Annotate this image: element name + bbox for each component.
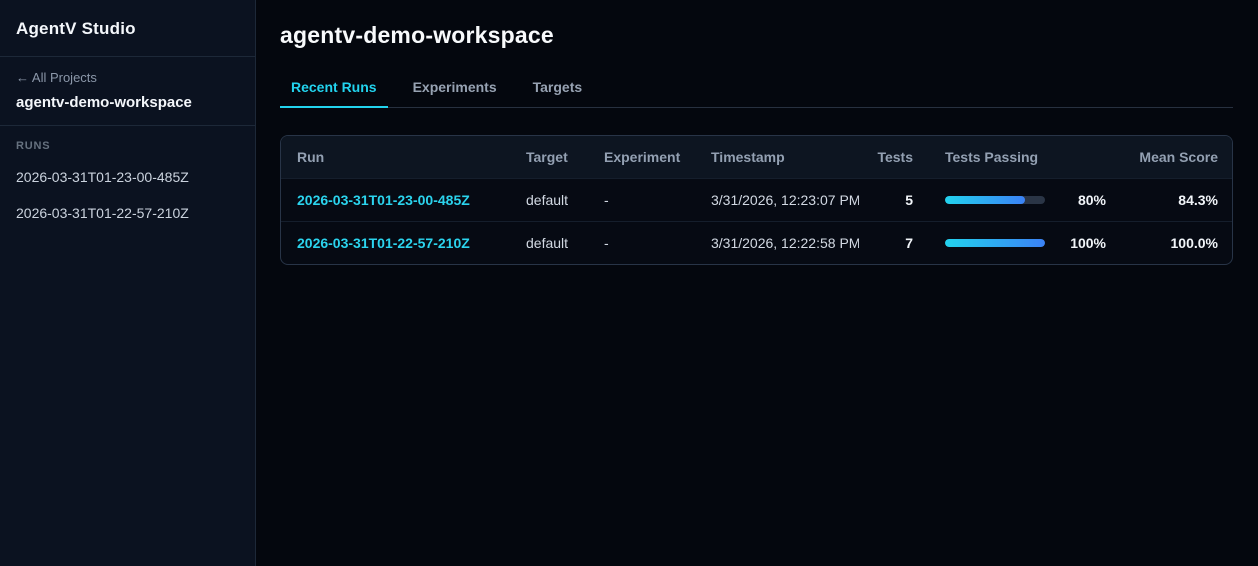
experiment-cell: - — [588, 221, 695, 264]
timestamp-cell: 3/31/2026, 12:23:07 PM — [695, 178, 859, 222]
run-cell: 2026-03-31T01-23-00-485Z — [281, 178, 510, 222]
back-all-projects-link[interactable]: ← All Projects — [16, 70, 239, 85]
column-header-target: Target — [510, 136, 588, 179]
tab-recent-runs[interactable]: Recent Runs — [280, 75, 388, 108]
runs-section: RUNS 2026-03-31T01-23-00-485Z 2026-03-31… — [0, 126, 255, 255]
runs-section-label: RUNS — [16, 140, 51, 152]
column-header-tests: Tests — [859, 136, 929, 179]
app-title: AgentV Studio — [0, 0, 255, 57]
column-header-tests-passing: Tests Passing — [929, 136, 1122, 179]
table-header-row: Run Target Experiment Timestamp Tests Te… — [281, 136, 1232, 179]
run-link[interactable]: 2026-03-31T01-23-00-485Z — [297, 192, 470, 208]
tests-passing-percent: 80% — [1077, 192, 1106, 208]
table-row: 2026-03-31T01-22-57-210Z default - 3/31/… — [281, 221, 1232, 264]
tests-passing-progress-bar — [945, 239, 1045, 247]
project-nav: ← All Projects agentv-demo-workspace — [0, 57, 255, 126]
main-content: agentv-demo-workspace Recent Runs Experi… — [256, 0, 1258, 566]
tab-experiments[interactable]: Experiments — [402, 75, 508, 108]
tests-passing-percent: 100% — [1070, 235, 1106, 251]
table-row: 2026-03-31T01-23-00-485Z default - 3/31/… — [281, 178, 1232, 222]
column-header-experiment: Experiment — [588, 136, 695, 179]
tests-count-cell: 5 — [859, 178, 929, 222]
sidebar-run-item[interactable]: 2026-03-31T01-23-00-485Z — [16, 169, 239, 185]
column-header-timestamp: Timestamp — [695, 136, 859, 179]
run-cell: 2026-03-31T01-22-57-210Z — [281, 221, 510, 264]
timestamp-cell: 3/31/2026, 12:22:58 PM — [695, 221, 859, 264]
column-header-run: Run — [281, 136, 510, 179]
column-header-mean-score: Mean Score — [1122, 136, 1232, 179]
mean-score-cell: 100.0% — [1122, 221, 1232, 264]
sidebar-run-item[interactable]: 2026-03-31T01-22-57-210Z — [16, 205, 239, 221]
target-cell: default — [510, 178, 588, 222]
tests-passing-progress-bar — [945, 196, 1045, 204]
tab-bar: Recent Runs Experiments Targets — [280, 75, 1233, 108]
runs-table: Run Target Experiment Timestamp Tests Te… — [280, 135, 1233, 265]
target-cell: default — [510, 221, 588, 264]
tests-count-cell: 7 — [859, 221, 929, 264]
run-link[interactable]: 2026-03-31T01-22-57-210Z — [297, 235, 470, 251]
sidebar-workspace-name: agentv-demo-workspace — [16, 94, 192, 111]
mean-score-cell: 84.3% — [1122, 178, 1232, 222]
tests-passing-cell: 80% — [929, 178, 1122, 222]
experiment-cell: - — [588, 178, 695, 222]
tab-targets[interactable]: Targets — [522, 75, 594, 108]
sidebar: AgentV Studio ← All Projects agentv-demo… — [0, 0, 256, 566]
tests-passing-cell: 100% — [929, 221, 1122, 264]
page-title: agentv-demo-workspace — [280, 22, 554, 48]
